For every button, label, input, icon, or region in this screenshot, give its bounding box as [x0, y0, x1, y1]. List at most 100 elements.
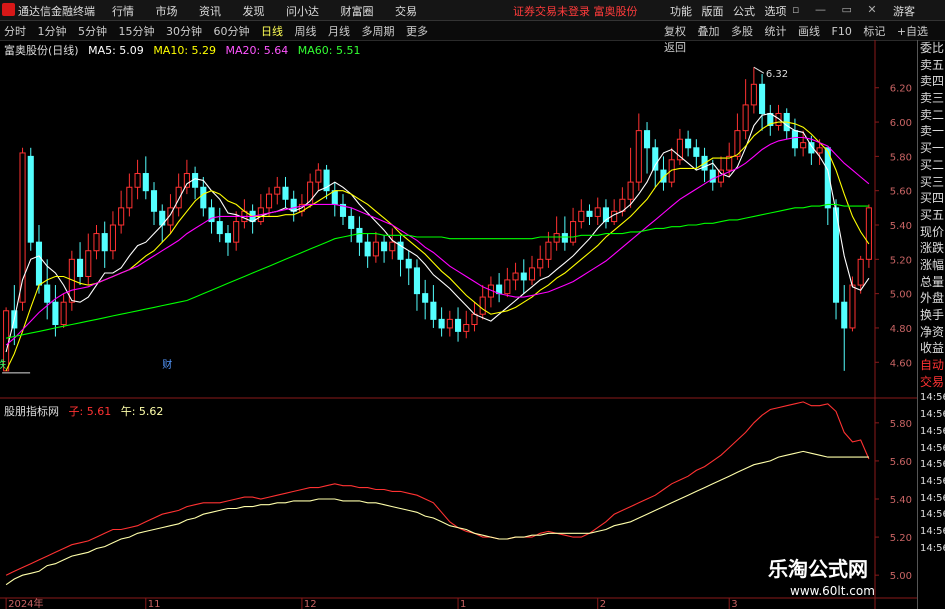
candle-body — [44, 284, 51, 303]
login-warning[interactable]: 证券交易未登录 富奥股份 — [513, 3, 638, 19]
candle-body — [693, 147, 700, 157]
candle-body — [816, 147, 823, 154]
tool-huaxian[interactable]: 画线 — [797, 25, 821, 38]
sidebar-item: 委比 — [920, 41, 945, 55]
price-tick-label: 4.60 — [890, 358, 912, 369]
window-controls[interactable]: ▫ — ▭ ✕ — [792, 3, 883, 16]
price-tick-label: 5.20 — [890, 255, 912, 266]
price-tick-label: 6.20 — [890, 84, 912, 95]
menu-item-caifuquan[interactable]: 财富圈 — [341, 5, 374, 18]
candle-body — [348, 215, 355, 229]
menu-item-gongshi[interactable]: 公式 — [733, 5, 755, 18]
menu-item-xuanxiang[interactable]: 选项 — [765, 5, 787, 18]
tab-5min[interactable]: 5分钟 — [78, 25, 107, 38]
watermark-title: 乐淘公式网 — [768, 557, 868, 581]
candle-body — [545, 241, 552, 260]
candle-body — [372, 241, 379, 257]
tab-fenshi[interactable]: 分时 — [4, 25, 26, 38]
tool-diejia[interactable]: 叠加 — [697, 25, 721, 38]
candle-body — [422, 293, 429, 303]
candle-body — [857, 258, 864, 286]
tab-1min[interactable]: 1分钟 — [38, 25, 67, 38]
candle-body — [93, 233, 100, 252]
candle-body — [274, 186, 281, 195]
candle-body — [570, 221, 577, 243]
candle-body — [627, 181, 634, 200]
sidebar-item: 交易 — [920, 374, 945, 389]
candle-body — [405, 258, 412, 269]
menu-item-gongneng[interactable]: 功能 — [670, 5, 692, 18]
candle-body — [635, 130, 642, 183]
die-marker: 跌 — [0, 358, 6, 371]
high-marker-label: 6.32 — [766, 69, 788, 80]
candle-body — [849, 284, 856, 329]
candle-body — [430, 301, 437, 320]
ma10-line — [5, 121, 870, 372]
tab-30min[interactable]: 30分钟 — [166, 25, 202, 38]
tab-weekly[interactable]: 周线 — [295, 25, 317, 38]
candle-body — [685, 138, 692, 149]
sidebar-item: 卖三 — [920, 91, 945, 106]
sidebar-item: 买五 — [920, 207, 945, 222]
candle-body — [315, 169, 322, 183]
candle-body — [504, 279, 511, 295]
menu-item-banmian[interactable]: 版面 — [702, 5, 724, 18]
price-tick-label: 5.40 — [890, 221, 912, 232]
menu-item-zixun[interactable]: 资讯 — [199, 5, 221, 18]
menu-item-shichang[interactable]: 市场 — [156, 5, 178, 18]
tool-fuquan[interactable]: 复权 — [663, 25, 687, 38]
tool-duogu[interactable]: 多股 — [730, 25, 754, 38]
candle-body — [438, 318, 445, 329]
tab-60min[interactable]: 60分钟 — [214, 25, 250, 38]
price-tick-label: 6.00 — [890, 118, 912, 129]
sidebar-item: 换手 — [920, 308, 945, 322]
menu-item-hangqing[interactable]: 行情 — [112, 5, 134, 18]
candle-body — [216, 221, 223, 235]
app-name: 通达信金融终端 — [18, 5, 95, 18]
candle-body — [224, 233, 232, 243]
price-tick-label: 5.00 — [890, 290, 912, 301]
candle-body — [537, 258, 544, 269]
period-toolbar: 分时 1分钟 5分钟 15分钟 30分钟 60分钟 日线 周线 月线 多周期 更… — [0, 21, 945, 54]
tab-more[interactable]: 更多 — [406, 25, 428, 38]
tool-biaoji[interactable]: 标记 — [862, 25, 886, 38]
time-tick-label: 1 — [460, 599, 466, 609]
tab-15min[interactable]: 15分钟 — [119, 25, 155, 38]
candle-body — [750, 83, 757, 106]
candle-body — [183, 173, 190, 188]
ma60-line — [5, 203, 869, 339]
tab-monthly[interactable]: 月线 — [328, 25, 350, 38]
cai-marker: 财 — [162, 358, 172, 371]
candle-body — [85, 250, 92, 277]
candle-body — [800, 142, 807, 149]
menu-item-wenxiaoda[interactable]: 问小达 — [286, 5, 319, 18]
period-tabs: 分时 1分钟 5分钟 15分钟 30分钟 60分钟 日线 周线 月线 多周期 更… — [4, 23, 436, 39]
main-menu: 行情 市场 资讯 发现 问小达 财富圈 交易 — [112, 3, 435, 19]
tab-daily[interactable]: 日线 — [261, 25, 283, 38]
sidebar-item: 涨跌 — [920, 241, 945, 256]
candle-body — [594, 207, 601, 217]
candle-body — [233, 221, 240, 243]
time-tick-label: 12 — [304, 599, 317, 609]
menu-item-jiaoyi[interactable]: 交易 — [395, 5, 417, 18]
time-tick-label: 2024年 — [8, 597, 43, 609]
menu-item-faxian[interactable]: 发现 — [243, 5, 265, 18]
price-tick-label: 5.80 — [890, 152, 912, 163]
tab-multi-period[interactable]: 多周期 — [362, 25, 395, 38]
candle-body — [200, 186, 207, 209]
tool-add-watchlist[interactable]: +自选 — [896, 25, 929, 38]
sidebar-item: 14:56 — [920, 459, 945, 471]
candle-body — [381, 241, 388, 252]
tool-f10[interactable]: F10 — [831, 25, 853, 38]
candle-body — [35, 241, 43, 286]
candle-body — [142, 173, 149, 192]
sidebar-item: 14:56 — [920, 475, 945, 487]
sidebar-item: 外盘 — [920, 291, 945, 306]
sidebar-item: 卖四 — [920, 74, 945, 89]
kline-chart[interactable]: 4.60 4.80 5.00 5.20 5.40 5.60 5.80 6.00 6.20 5.00… — [0, 40, 917, 609]
candle-body — [528, 267, 536, 281]
indicator-tick-label: 5.40 — [890, 495, 912, 506]
guest-account[interactable]: 游客 — [893, 3, 915, 19]
candle-body — [266, 193, 273, 209]
tool-tongji[interactable]: 统计 — [764, 25, 788, 38]
